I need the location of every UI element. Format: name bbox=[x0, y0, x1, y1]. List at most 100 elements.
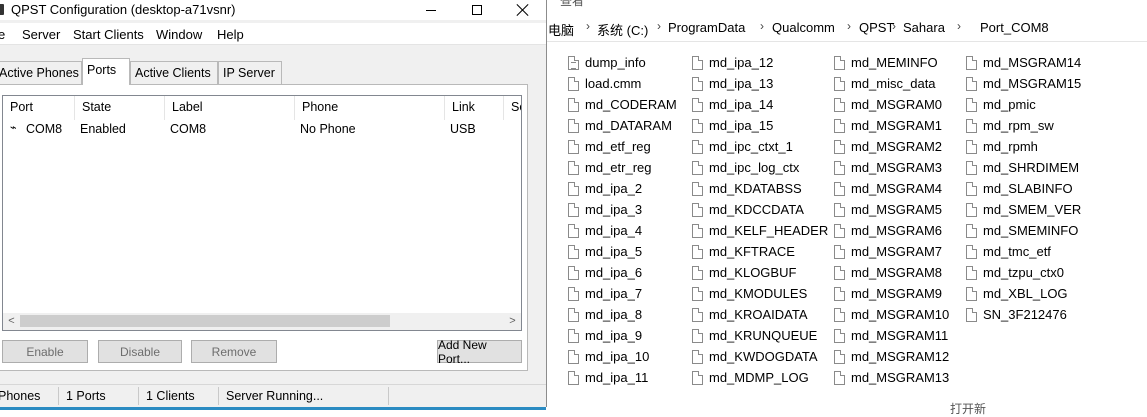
file-item[interactable]: md_MSGRAM8 bbox=[834, 262, 942, 283]
file-item[interactable]: md_KELF_HEADER bbox=[692, 220, 828, 241]
chevron-right-icon[interactable]: › bbox=[847, 19, 851, 33]
file-item[interactable]: md_KFTRACE bbox=[692, 241, 795, 262]
column-header-state[interactable]: State bbox=[75, 96, 165, 120]
file-item[interactable]: md_KRUNQUEUE bbox=[692, 325, 817, 346]
remove-button[interactable]: Remove bbox=[191, 340, 277, 363]
file-item[interactable]: md_MSGRAM14 bbox=[966, 52, 1081, 73]
file-item[interactable]: md_rpm_sw bbox=[966, 115, 1054, 136]
file-item[interactable]: md_MSGRAM3 bbox=[834, 157, 942, 178]
file-item[interactable]: md_ipa_2 bbox=[568, 178, 642, 199]
file-item[interactable]: md_KMODULES bbox=[692, 283, 807, 304]
file-item[interactable]: md_MSGRAM7 bbox=[834, 241, 942, 262]
file-item[interactable]: md_ipa_8 bbox=[568, 304, 642, 325]
menu-file[interactable]: e bbox=[0, 27, 5, 42]
file-item[interactable]: md_KDATABSS bbox=[692, 178, 802, 199]
file-item[interactable]: md_MSGRAM10 bbox=[834, 304, 949, 325]
chevron-right-icon[interactable]: › bbox=[957, 19, 961, 33]
tab-ip-server[interactable]: IP Server bbox=[218, 61, 282, 84]
file-item[interactable]: md_ipa_15 bbox=[692, 115, 773, 136]
breadcrumb-qualcomm[interactable]: Qualcomm bbox=[772, 20, 835, 35]
disable-button[interactable]: Disable bbox=[98, 340, 182, 363]
file-item[interactable]: md_ipa_5 bbox=[568, 241, 642, 262]
title-bar[interactable]: QPST Configuration (desktop-a71vsnr) bbox=[0, 0, 546, 20]
file-item[interactable]: load.cmm bbox=[568, 73, 641, 94]
file-item[interactable]: md_rpmh bbox=[966, 136, 1038, 157]
maximize-button[interactable] bbox=[454, 0, 500, 20]
file-item[interactable]: md_SLABINFO bbox=[966, 178, 1073, 199]
file-item[interactable]: md_ipa_9 bbox=[568, 325, 642, 346]
file-item[interactable]: md_KDCCDATA bbox=[692, 199, 804, 220]
file-item[interactable]: md_MSGRAM15 bbox=[966, 73, 1081, 94]
file-item[interactable]: md_misc_data bbox=[834, 73, 936, 94]
file-item[interactable]: md_etr_reg bbox=[568, 157, 651, 178]
file-item[interactable]: md_MSGRAM5 bbox=[834, 199, 942, 220]
file-item[interactable]: md_ipa_12 bbox=[692, 52, 773, 73]
scrollbar-thumb[interactable] bbox=[20, 315, 390, 327]
breadcrumb-sahara[interactable]: Sahara bbox=[903, 20, 945, 35]
file-item[interactable]: md_KLOGBUF bbox=[692, 262, 796, 283]
file-item[interactable]: md_CODERAM bbox=[568, 94, 677, 115]
file-item[interactable]: md_MSGRAM6 bbox=[834, 220, 942, 241]
file-item[interactable]: md_DATARAM bbox=[568, 115, 672, 136]
file-item[interactable]: md_tzpu_ctx0 bbox=[966, 262, 1064, 283]
column-header-serial[interactable]: Se bbox=[504, 96, 521, 120]
breadcrumb-qpst[interactable]: QPST bbox=[859, 20, 894, 35]
file-item[interactable]: md_MSGRAM13 bbox=[834, 367, 949, 388]
chevron-right-icon[interactable]: › bbox=[760, 19, 764, 33]
menu-start-clients[interactable]: Start Clients bbox=[73, 27, 144, 42]
file-item[interactable]: md_pmic bbox=[966, 94, 1036, 115]
file-item[interactable]: md_MSGRAM1 bbox=[834, 115, 942, 136]
add-new-port-button[interactable]: Add New Port... bbox=[437, 338, 522, 366]
column-header-link[interactable]: Link bbox=[445, 96, 504, 120]
minimize-button[interactable] bbox=[408, 0, 454, 20]
file-item[interactable]: md_ipa_14 bbox=[692, 94, 773, 115]
column-header-phone[interactable]: Phone bbox=[295, 96, 445, 120]
breadcrumb-computer[interactable]: 电脑 bbox=[548, 20, 574, 39]
file-item[interactable]: md_KWDOGDATA bbox=[692, 346, 818, 367]
chevron-right-icon[interactable]: › bbox=[892, 19, 896, 33]
address-bar[interactable]: 电脑 › 系统 (C:) › ProgramData › Qualcomm › … bbox=[546, 14, 1147, 42]
file-item[interactable]: md_ipa_6 bbox=[568, 262, 642, 283]
file-item[interactable]: md_ipa_7 bbox=[568, 283, 642, 304]
file-item[interactable]: md_ipa_4 bbox=[568, 220, 642, 241]
ports-list[interactable]: Port State Label Phone Link Se ⌁ COM8 En… bbox=[2, 95, 522, 331]
file-item[interactable]: md_ipc_log_ctx bbox=[692, 157, 799, 178]
file-item[interactable]: md_MSGRAM4 bbox=[834, 178, 942, 199]
menu-window[interactable]: Window bbox=[156, 27, 202, 42]
file-item[interactable]: md_SHRDIMEM bbox=[966, 157, 1079, 178]
scroll-left-icon[interactable]: < bbox=[4, 314, 19, 329]
menu-server[interactable]: Server bbox=[22, 27, 60, 42]
chevron-right-icon[interactable]: › bbox=[657, 19, 661, 33]
horizontal-scrollbar[interactable]: < > bbox=[3, 313, 521, 330]
file-item[interactable]: md_KROAIDATA bbox=[692, 304, 807, 325]
file-item[interactable]: md_SMEMINFO bbox=[966, 220, 1078, 241]
menu-help[interactable]: Help bbox=[217, 27, 244, 42]
breadcrumb-port-com8[interactable]: Port_COM8 bbox=[980, 20, 1049, 35]
file-item[interactable]: md_ipc_ctxt_1 bbox=[692, 136, 793, 157]
file-item[interactable]: md_MSGRAM11 bbox=[834, 325, 948, 346]
file-item[interactable]: md_tmc_etf bbox=[966, 241, 1051, 262]
file-item[interactable]: dump_info bbox=[568, 52, 646, 73]
column-header-label[interactable]: Label bbox=[165, 96, 295, 120]
file-item[interactable]: md_ipa_10 bbox=[568, 346, 649, 367]
breadcrumb-programdata[interactable]: ProgramData bbox=[668, 20, 745, 35]
file-item[interactable]: md_MDMP_LOG bbox=[692, 367, 809, 388]
file-item[interactable]: md_MSGRAM12 bbox=[834, 346, 949, 367]
scroll-right-icon[interactable]: > bbox=[505, 314, 520, 329]
file-item[interactable]: md_XBL_LOG bbox=[966, 283, 1068, 304]
file-item[interactable]: md_MSGRAM0 bbox=[834, 94, 942, 115]
chevron-right-icon[interactable]: › bbox=[586, 19, 590, 33]
tab-ports[interactable]: Ports bbox=[82, 58, 130, 85]
file-item[interactable]: md_MSGRAM9 bbox=[834, 283, 942, 304]
column-header-port[interactable]: Port bbox=[3, 96, 75, 120]
file-item[interactable]: md_MEMINFO bbox=[834, 52, 938, 73]
file-item[interactable]: md_ipa_3 bbox=[568, 199, 642, 220]
file-item[interactable]: md_ipa_13 bbox=[692, 73, 773, 94]
breadcrumb-drive-c[interactable]: 系统 (C:) bbox=[597, 20, 648, 39]
file-item[interactable]: SN_3F212476 bbox=[966, 304, 1067, 325]
enable-button[interactable]: Enable bbox=[2, 340, 88, 363]
file-item[interactable]: md_MSGRAM2 bbox=[834, 136, 942, 157]
file-item[interactable]: md_etf_reg bbox=[568, 136, 651, 157]
file-item[interactable]: md_ipa_11 bbox=[568, 367, 648, 388]
tab-active-phones[interactable]: Active Phones bbox=[0, 61, 82, 84]
